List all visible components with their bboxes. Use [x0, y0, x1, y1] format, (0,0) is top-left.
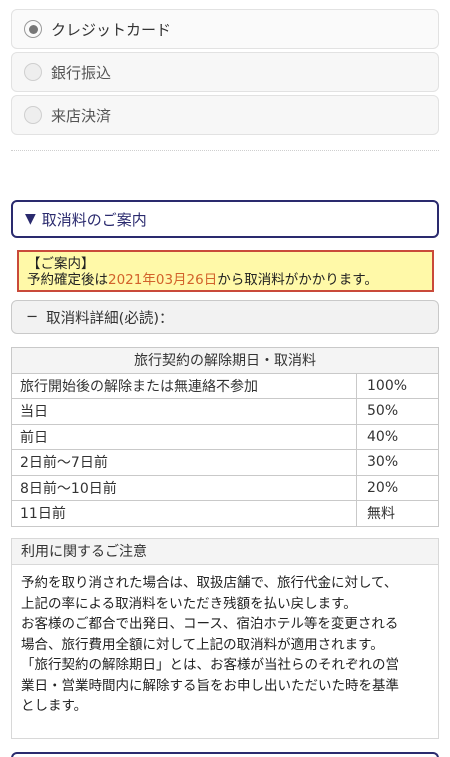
notes-line: 予約を取り消された場合は、取扱店舗で、旅行代金に対して、 — [21, 575, 398, 591]
usage-notes-title: 利用に関するご注意 — [12, 539, 438, 565]
table-row: 旅行開始後の解除または無連絡不参加 100% — [11, 372, 439, 399]
radio-unselected-icon[interactable] — [24, 63, 42, 81]
cancel-notice-box: 【ご案内】 予約確定後は2021年03月26日から取消料がかかります。 — [17, 250, 434, 292]
notice-suffix: から取消料がかかります。 — [217, 272, 378, 288]
rate-cell: 無料 — [356, 500, 439, 527]
payment-option-label: 来店決済 — [51, 106, 112, 125]
rate-cell: 40% — [356, 423, 439, 450]
usage-notes-box: 利用に関するご注意 予約を取り消された場合は、取扱店舗で、旅行代金に対して、 上… — [11, 538, 439, 739]
notice-prefix: 予約確定後は — [27, 272, 108, 288]
table-row: 当日 50% — [11, 398, 439, 425]
period-cell: 2日前〜7日前 — [11, 449, 357, 476]
notice-date: 2021年03月26日 — [108, 272, 218, 288]
table-row: 11日前 無料 — [11, 500, 439, 527]
notes-line: とします。 — [21, 698, 88, 714]
cancel-detail-label: 取消料詳細(必読)： — [46, 310, 174, 327]
payment-option-bank-transfer[interactable]: 銀行振込 — [11, 52, 439, 92]
payment-option-label: 銀行振込 — [51, 63, 112, 82]
notice-title: 【ご案内】 — [27, 256, 95, 272]
payment-option-label: クレジットカード — [51, 20, 172, 39]
table-row: 前日 40% — [11, 423, 439, 450]
cancel-info-title: 取消料のご案内 — [41, 210, 147, 229]
period-cell: 前日 — [11, 423, 357, 450]
period-cell: 11日前 — [11, 500, 357, 527]
next-section-header-partial — [11, 752, 439, 757]
cancel-fee-table: 旅行契約の解除期日・取消料 旅行開始後の解除または無連絡不参加 100% 当日 … — [11, 347, 439, 527]
notes-line: お客様のご都合で出発日、コース、宿泊ホテル等を変更される — [21, 616, 399, 632]
section-divider — [11, 150, 439, 151]
cancel-detail-toggle[interactable]: − 取消料詳細(必読)： — [11, 300, 439, 334]
minus-icon: − — [26, 309, 39, 325]
payment-option-credit-card[interactable]: クレジットカード — [11, 9, 439, 49]
payment-option-in-store[interactable]: 来店決済 — [11, 95, 439, 135]
rate-cell: 20% — [356, 474, 439, 501]
notes-line: 「旅行契約の解除期日」とは、お客様が当社らのそれぞれの営 — [21, 657, 399, 673]
triangle-down-icon: ▼ — [25, 211, 36, 227]
rate-cell: 100% — [356, 372, 439, 399]
notice-text: 予約確定後は2021年03月26日から取消料がかかります。 — [27, 272, 424, 288]
radio-selected-icon[interactable] — [24, 20, 42, 38]
radio-unselected-icon[interactable] — [24, 106, 42, 124]
usage-notes-body: 予約を取り消された場合は、取扱店舗で、旅行代金に対して、 上記の率による取消料を… — [12, 565, 438, 725]
table-header: 旅行契約の解除期日・取消料 — [11, 347, 439, 374]
notes-line: 上記の率による取消料をいただき残額を払い戻します。 — [21, 595, 357, 612]
notes-line: 場合、旅行費用全額に対して上記の取消料が適用されます。 — [21, 636, 384, 653]
period-cell: 8日前〜10日前 — [11, 474, 357, 501]
table-row: 8日前〜10日前 20% — [11, 474, 439, 501]
rate-cell: 50% — [356, 398, 439, 425]
rate-cell: 30% — [356, 449, 439, 476]
cancel-info-header[interactable]: ▼ 取消料のご案内 — [11, 200, 439, 238]
notes-line: 業日・営業時間内に解除する旨をお申し出いただいた時を基準 — [21, 677, 399, 694]
period-cell: 旅行開始後の解除または無連絡不参加 — [11, 372, 357, 399]
table-row: 2日前〜7日前 30% — [11, 449, 439, 476]
period-cell: 当日 — [11, 398, 357, 425]
